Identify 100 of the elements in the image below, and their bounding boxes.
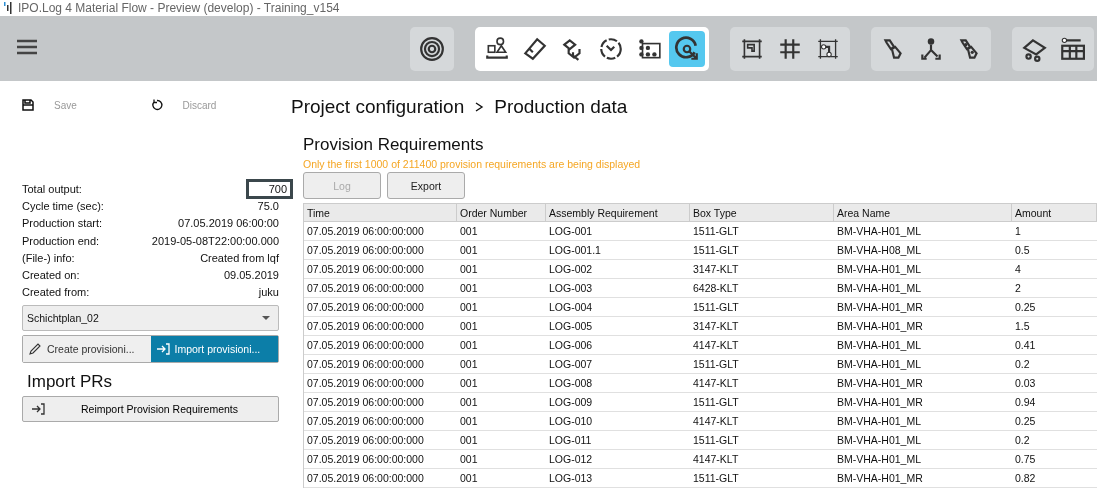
table-cell: BM-VHA-H01_MR <box>834 393 1012 412</box>
breadcrumb-item[interactable]: Project configuration <box>291 96 465 118</box>
table-cell: 07.05.2019 06:00:00:000 <box>304 393 457 412</box>
table-cell: 001 <box>457 450 546 469</box>
table-cell: 1511-GLT <box>690 393 834 412</box>
table-cell: 3147-KLT <box>690 317 834 336</box>
table-cell: 07.05.2019 06:00:00:000 <box>304 279 457 298</box>
table-cell: LOG-004 <box>546 298 690 317</box>
info-value: juku <box>258 286 279 299</box>
info-value: 2019-05-08T22:00:00.000 <box>151 234 279 247</box>
table-cell: 1511-GLT <box>690 431 834 450</box>
column-header[interactable]: Amount <box>1012 203 1097 222</box>
info-label: Created on: <box>22 269 80 282</box>
table-cell: 4147-KLT <box>690 450 834 469</box>
shapes-icon <box>484 35 510 62</box>
import-icon <box>31 403 45 416</box>
table-cell: 001 <box>457 355 546 374</box>
import-provision-button[interactable]: Import provisioni... <box>150 336 278 363</box>
radar-icon <box>419 35 445 62</box>
table-cell: 0.5 <box>1012 241 1097 260</box>
table-cell: 001 <box>457 279 546 298</box>
table-cell: 07.05.2019 06:00:00:000 <box>304 355 457 374</box>
info-value: 75.0 <box>257 199 279 212</box>
info-value: 09.05.2019 <box>223 269 279 282</box>
table-cell: LOG-001 <box>546 222 690 241</box>
table-cell: LOG-002 <box>546 260 690 279</box>
table-cell: 07.05.2019 06:00:00:000 <box>304 412 457 431</box>
table-cell: BM-VHA-H01_MR <box>834 469 1012 488</box>
table-cell: 001 <box>457 222 546 241</box>
table-cell: 0.2 <box>1012 431 1097 450</box>
table-cell: 0.41 <box>1012 336 1097 355</box>
table-cell: LOG-011 <box>546 431 690 450</box>
chevron-icon <box>474 101 485 113</box>
table-cell: BM-VHA-H08_ML <box>834 241 1012 260</box>
table-cell: BM-VHA-H01_ML <box>834 279 1012 298</box>
table-cell: LOG-003 <box>546 279 690 298</box>
column-header[interactable]: Box Type <box>690 203 834 222</box>
import-icon <box>155 343 170 356</box>
table-cell: 001 <box>457 298 546 317</box>
table-cell: 001 <box>457 241 546 260</box>
table-cell: BM-VHA-H01_ML <box>834 431 1012 450</box>
shift-plan-dropdown[interactable]: Schichtplan_02 <box>22 305 279 332</box>
table-cell: BM-VHA-H01_MR <box>834 317 1012 336</box>
table-cell: BM-VHA-H01_MR <box>834 298 1012 317</box>
table-cell: 2 <box>1012 279 1097 298</box>
table-cell: BM-VHA-H01_ML <box>834 260 1012 279</box>
total-output-field[interactable]: 700 <box>246 178 293 199</box>
table-cell: 0.25 <box>1012 298 1097 317</box>
table-cell: BM-VHA-H01_ML <box>834 355 1012 374</box>
breadcrumb-item: Production data <box>494 96 628 118</box>
column-header[interactable]: Time <box>304 203 457 222</box>
table-cell: 07.05.2019 06:00:00:000 <box>304 260 457 279</box>
table-cell: LOG-013 <box>546 469 690 488</box>
table-cell: 0.94 <box>1012 393 1097 412</box>
table-cell: LOG-006 <box>546 336 690 355</box>
reimport-button[interactable]: Reimport Provision Requirements <box>22 396 279 423</box>
table-cell: 07.05.2019 06:00:00:000 <box>304 431 457 450</box>
table-cell: 07.05.2019 06:00:00:000 <box>304 241 457 260</box>
table-cell: 07.05.2019 06:00:00:000 <box>304 450 457 469</box>
table-cell: LOG-008 <box>546 374 690 393</box>
table-cell: LOG-005 <box>546 317 690 336</box>
column-header[interactable]: Order Number <box>457 203 546 222</box>
target-arrow-button[interactable] <box>669 30 705 67</box>
export-button[interactable]: Export <box>387 172 465 199</box>
table-cell: 001 <box>457 393 546 412</box>
column-header[interactable]: Assembly Requirement <box>546 203 690 222</box>
info-label: Production start: <box>22 217 103 230</box>
table-icon <box>1059 35 1085 62</box>
window-title: IPO.Log 4 Material Flow - Preview (develop) - Training_v154 <box>18 1 340 15</box>
table-cell: 4147-KLT <box>690 336 834 355</box>
table-cell: BM-VHA-H01_ML <box>834 336 1012 355</box>
table-cell: BM-VHA-H01_ML <box>834 222 1012 241</box>
table-cell: 1511-GLT <box>690 241 834 260</box>
table-cell: 1.5 <box>1012 317 1097 336</box>
info-label: Production end: <box>22 234 100 247</box>
table-cell: 4147-KLT <box>690 374 834 393</box>
create-provision-button[interactable]: Create provisioni... <box>23 336 151 363</box>
table-cell: 1511-GLT <box>690 222 834 241</box>
info-label: Created from: <box>22 286 90 299</box>
table-cell: LOG-009 <box>546 393 690 412</box>
table-cell: LOG-001.1 <box>546 241 690 260</box>
table-cell: LOG-007 <box>546 355 690 374</box>
table-cell: 1511-GLT <box>690 355 834 374</box>
target-arrow-icon <box>674 35 700 62</box>
save-icon <box>22 99 34 111</box>
table-cell: 07.05.2019 06:00:00:000 <box>304 374 457 393</box>
column-header[interactable]: Area Name <box>834 203 1012 222</box>
info-label: Cycle time (sec): <box>22 199 104 212</box>
table-cell: LOG-012 <box>546 450 690 469</box>
table-cell: 001 <box>457 260 546 279</box>
table-cell: 6428-KLT <box>690 279 834 298</box>
ruler-icon <box>522 35 548 62</box>
panel-title: Provision Requirements <box>303 135 485 155</box>
table-cell: 0.03 <box>1012 374 1097 393</box>
table-cell: 07.05.2019 06:00:00:000 <box>304 336 457 355</box>
info-value: Created from lqf <box>200 251 279 264</box>
table-cell: 001 <box>457 431 546 450</box>
table-cell: 0.2 <box>1012 355 1097 374</box>
table-cell: BM-VHA-H01_MR <box>834 374 1012 393</box>
warning-text: Only the first 1000 of 211400 provision requirements are being displayed <box>303 158 642 170</box>
